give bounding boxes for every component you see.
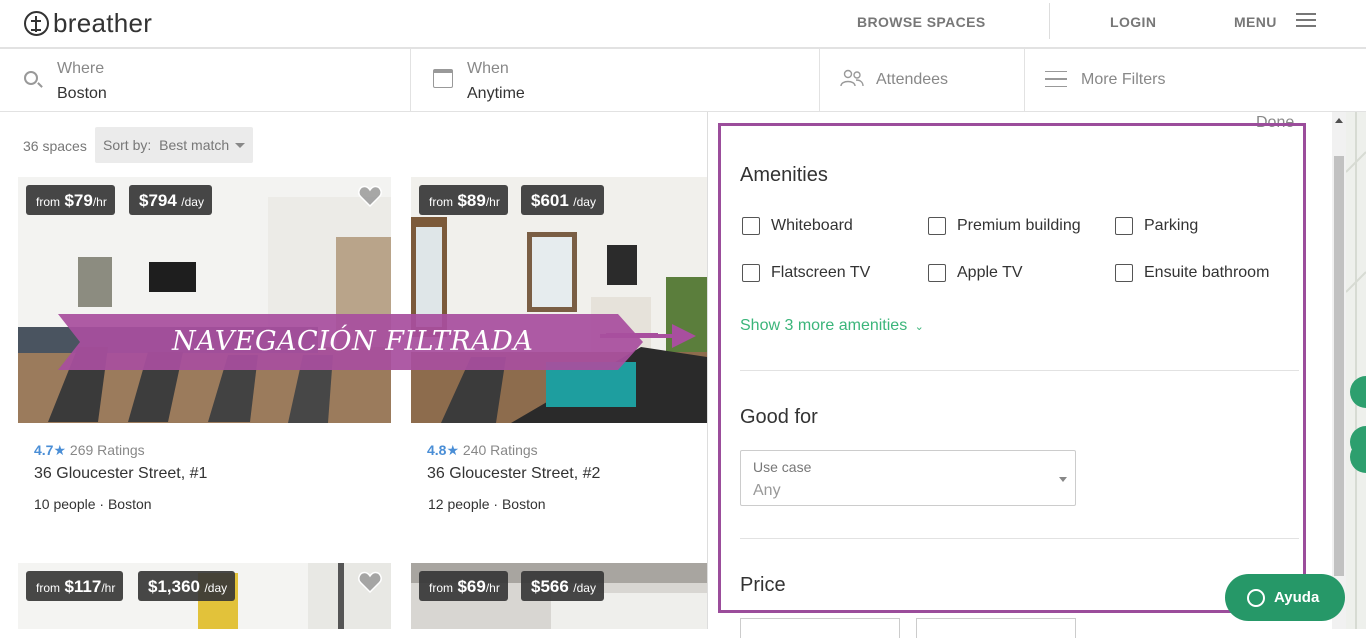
daily-price-tag: $1,360 /day [138, 571, 236, 601]
chat-bubble-icon [1247, 588, 1265, 607]
annotation-banner-text: NAVEGACIÓN FILTRADA [172, 326, 534, 357]
annotation-highlight-box [718, 123, 1306, 613]
where-field[interactable]: Where Boston [0, 49, 411, 112]
when-value: Anytime [467, 85, 525, 102]
space-card-image[interactable]: from $69/hr $566 /day [411, 563, 707, 629]
star-icon: ★ [53, 442, 67, 458]
arrow-icon [600, 324, 696, 348]
sort-value: Best match [159, 137, 230, 153]
daily-price-tag: $601 /day [521, 185, 604, 215]
price-max-input[interactable] [916, 618, 1076, 638]
daily-price-tag: $794 /day [129, 185, 212, 215]
people-icon [840, 69, 864, 87]
attendees-label: Attendees [876, 71, 949, 88]
heart-icon[interactable] [358, 185, 382, 207]
menu-button[interactable]: MENU [1234, 14, 1277, 30]
price-min-input[interactable] [740, 618, 900, 638]
sort-label: Sort by: [103, 137, 152, 153]
logo-text: breather [53, 8, 153, 38]
where-label: Where [57, 60, 105, 77]
rating: 4.7★ 269 Ratings [34, 442, 145, 458]
nav-divider [1049, 3, 1050, 39]
sort-select[interactable]: Sort by: Best match [95, 127, 253, 163]
rating: 4.8★ 240 Ratings [427, 442, 538, 458]
hourly-price-tag: from $69/hr [419, 571, 508, 601]
more-filters-label: More Filters [1081, 71, 1166, 88]
space-meta: 10 people · Boston [34, 496, 152, 512]
when-label: When [467, 60, 509, 77]
map-icon [1346, 112, 1366, 629]
where-value: Boston [57, 85, 107, 102]
map-preview[interactable] [1346, 112, 1366, 629]
search-icon [24, 71, 38, 85]
sliders-icon [1045, 71, 1067, 87]
calendar-icon [433, 69, 453, 88]
search-filter-bar: Where Boston When Anytime Attendees More… [0, 48, 1366, 112]
space-card-image[interactable]: from $89/hr $601 /day [411, 177, 707, 423]
top-header: breather BROWSE SPACES LOGIN MENU [0, 0, 1366, 48]
help-chat-label: Ayuda [1274, 589, 1320, 606]
hourly-price-tag: from $79/hr [26, 185, 115, 215]
space-card-image[interactable]: from $117/hr $1,360 /day [18, 563, 391, 629]
heart-icon[interactable] [358, 571, 382, 593]
browse-spaces-link[interactable]: BROWSE SPACES [857, 14, 986, 30]
results-count: 36 spaces [23, 138, 87, 154]
login-link[interactable]: LOGIN [1110, 14, 1156, 30]
hourly-price-tag: from $89/hr [419, 185, 508, 215]
panel-scrollbar[interactable] [1332, 112, 1346, 629]
space-card-image[interactable]: from $79/hr $794 /day [18, 177, 391, 423]
more-filters-field[interactable]: More Filters [1025, 49, 1366, 112]
logo[interactable]: breather [24, 8, 152, 39]
space-title[interactable]: 36 Gloucester Street, #1 [34, 465, 207, 483]
space-title[interactable]: 36 Gloucester Street, #2 [427, 465, 600, 483]
hourly-price-tag: from $117/hr [26, 571, 124, 601]
space-meta: 12 people · Boston [428, 496, 546, 512]
daily-price-tag: $566 /day [521, 571, 604, 601]
attendees-field[interactable]: Attendees [820, 49, 1025, 112]
chevron-down-icon [235, 143, 245, 148]
hamburger-icon[interactable] [1296, 13, 1316, 27]
scroll-thumb[interactable] [1334, 156, 1344, 576]
scroll-up-icon[interactable] [1335, 118, 1343, 123]
when-field[interactable]: When Anytime [411, 49, 820, 112]
star-icon: ★ [446, 442, 460, 458]
tree-icon [24, 11, 49, 36]
help-chat-button[interactable]: Ayuda [1225, 574, 1345, 621]
